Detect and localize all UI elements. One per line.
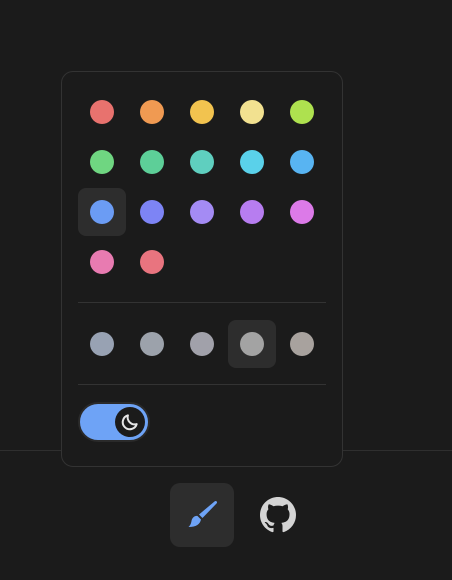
github-icon <box>260 497 296 533</box>
swatch-dot-cyan <box>240 150 264 174</box>
swatch-pink[interactable] <box>78 238 126 286</box>
swatch-orange[interactable] <box>128 88 176 136</box>
swatch-slate[interactable] <box>78 320 126 368</box>
swatch-dot-teal <box>190 150 214 174</box>
swatch-teal[interactable] <box>178 138 226 186</box>
moon-icon <box>121 414 138 431</box>
swatch-dot-emerald <box>140 150 164 174</box>
swatch-neutral[interactable] <box>228 320 276 368</box>
swatch-violet[interactable] <box>178 188 226 236</box>
swatch-dot-purple <box>240 200 264 224</box>
swatch-dot-green <box>90 150 114 174</box>
swatch-dot-gray <box>140 332 164 356</box>
swatch-rose[interactable] <box>128 238 176 286</box>
swatch-blue[interactable] <box>78 188 126 236</box>
swatch-dot-blue <box>90 200 114 224</box>
toggle-knob <box>115 407 145 437</box>
swatch-amber[interactable] <box>178 88 226 136</box>
swatch-dot-yellow <box>240 100 264 124</box>
palette-divider <box>78 302 326 303</box>
swatch-dot-zinc <box>190 332 214 356</box>
swatch-indigo[interactable] <box>128 188 176 236</box>
swatch-stone[interactable] <box>278 320 326 368</box>
swatch-dot-slate <box>90 332 114 356</box>
swatch-lime[interactable] <box>278 88 326 136</box>
swatch-yellow[interactable] <box>228 88 276 136</box>
swatch-dot-indigo <box>140 200 164 224</box>
swatch-dot-amber <box>190 100 214 124</box>
swatch-dot-neutral <box>240 332 264 356</box>
swatch-dot-sky <box>290 150 314 174</box>
swatch-cyan[interactable] <box>228 138 276 186</box>
swatch-green[interactable] <box>78 138 126 186</box>
swatch-dot-lime <box>290 100 314 124</box>
settings-divider <box>78 384 326 385</box>
swatch-sky[interactable] <box>278 138 326 186</box>
swatch-purple[interactable] <box>228 188 276 236</box>
swatch-fuchsia[interactable] <box>278 188 326 236</box>
dark-mode-toggle[interactable] <box>78 402 150 442</box>
swatch-dot-orange <box>140 100 164 124</box>
theme-button[interactable] <box>170 483 234 547</box>
swatch-dot-violet <box>190 200 214 224</box>
github-button[interactable] <box>246 483 310 547</box>
theme-picker-popover <box>61 71 343 467</box>
swatch-dot-rose <box>140 250 164 274</box>
swatch-dot-pink <box>90 250 114 274</box>
swatch-gray[interactable] <box>128 320 176 368</box>
swatch-dot-red <box>90 100 114 124</box>
swatch-emerald[interactable] <box>128 138 176 186</box>
paintbrush-icon <box>188 500 218 527</box>
swatch-zinc[interactable] <box>178 320 226 368</box>
swatch-red[interactable] <box>78 88 126 136</box>
swatch-dot-fuchsia <box>290 200 314 224</box>
swatch-dot-stone <box>290 332 314 356</box>
